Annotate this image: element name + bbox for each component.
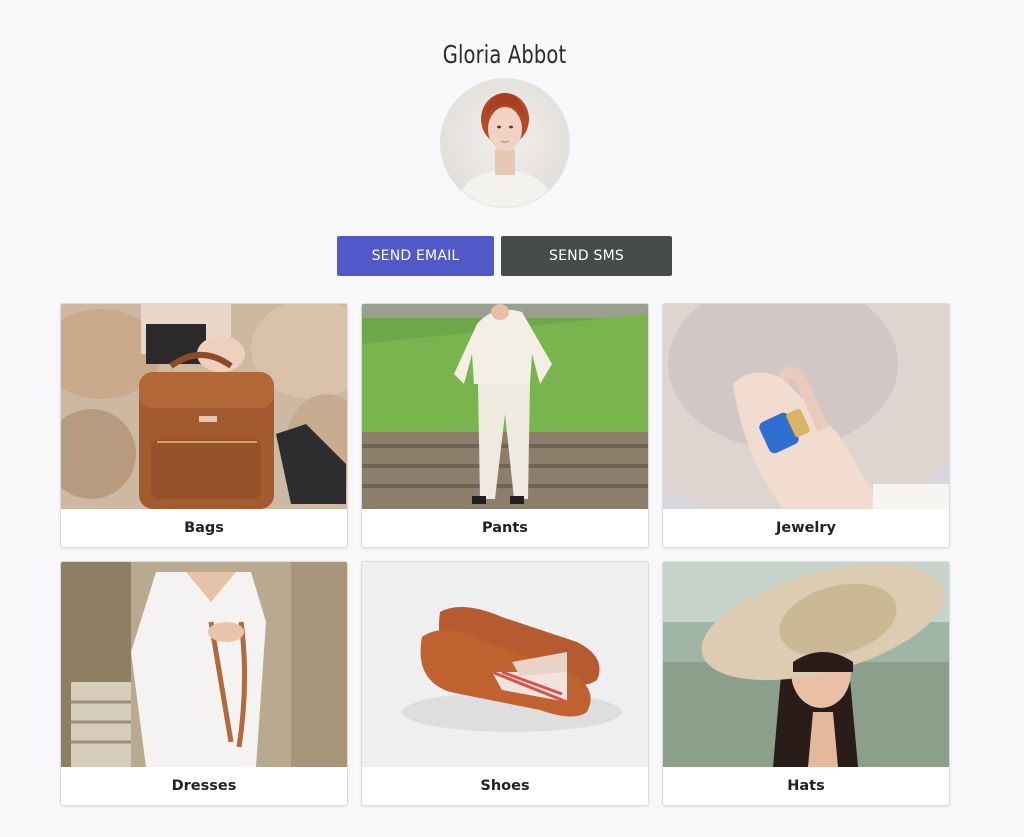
category-label: Pants [482,520,528,536]
category-card-hats[interactable]: Hats [662,561,950,806]
category-label: Shoes [480,778,530,794]
send-email-button[interactable]: SEND EMAIL [337,236,494,276]
bags-photo [61,304,347,509]
category-card-pants[interactable]: Pants [361,303,649,548]
category-card-bags[interactable]: Bags [60,303,348,548]
hats-photo [663,562,949,767]
jewelry-photo [663,304,949,509]
profile-avatar [440,78,570,208]
shoes-photo [362,562,648,767]
category-label: Dresses [171,778,237,794]
category-card-jewelry[interactable]: Jewelry [662,303,950,548]
category-label: Jewelry [775,520,837,536]
category-label: Hats [787,778,825,794]
category-card-shoes[interactable]: Shoes [361,561,649,806]
category-label: Bags [184,520,224,536]
category-card-dresses[interactable]: Dresses [60,561,348,806]
profile-name: Gloria Abbot [442,40,567,69]
dresses-photo [61,562,347,767]
send-sms-button[interactable]: SEND SMS [501,236,672,276]
pants-photo [362,304,648,509]
